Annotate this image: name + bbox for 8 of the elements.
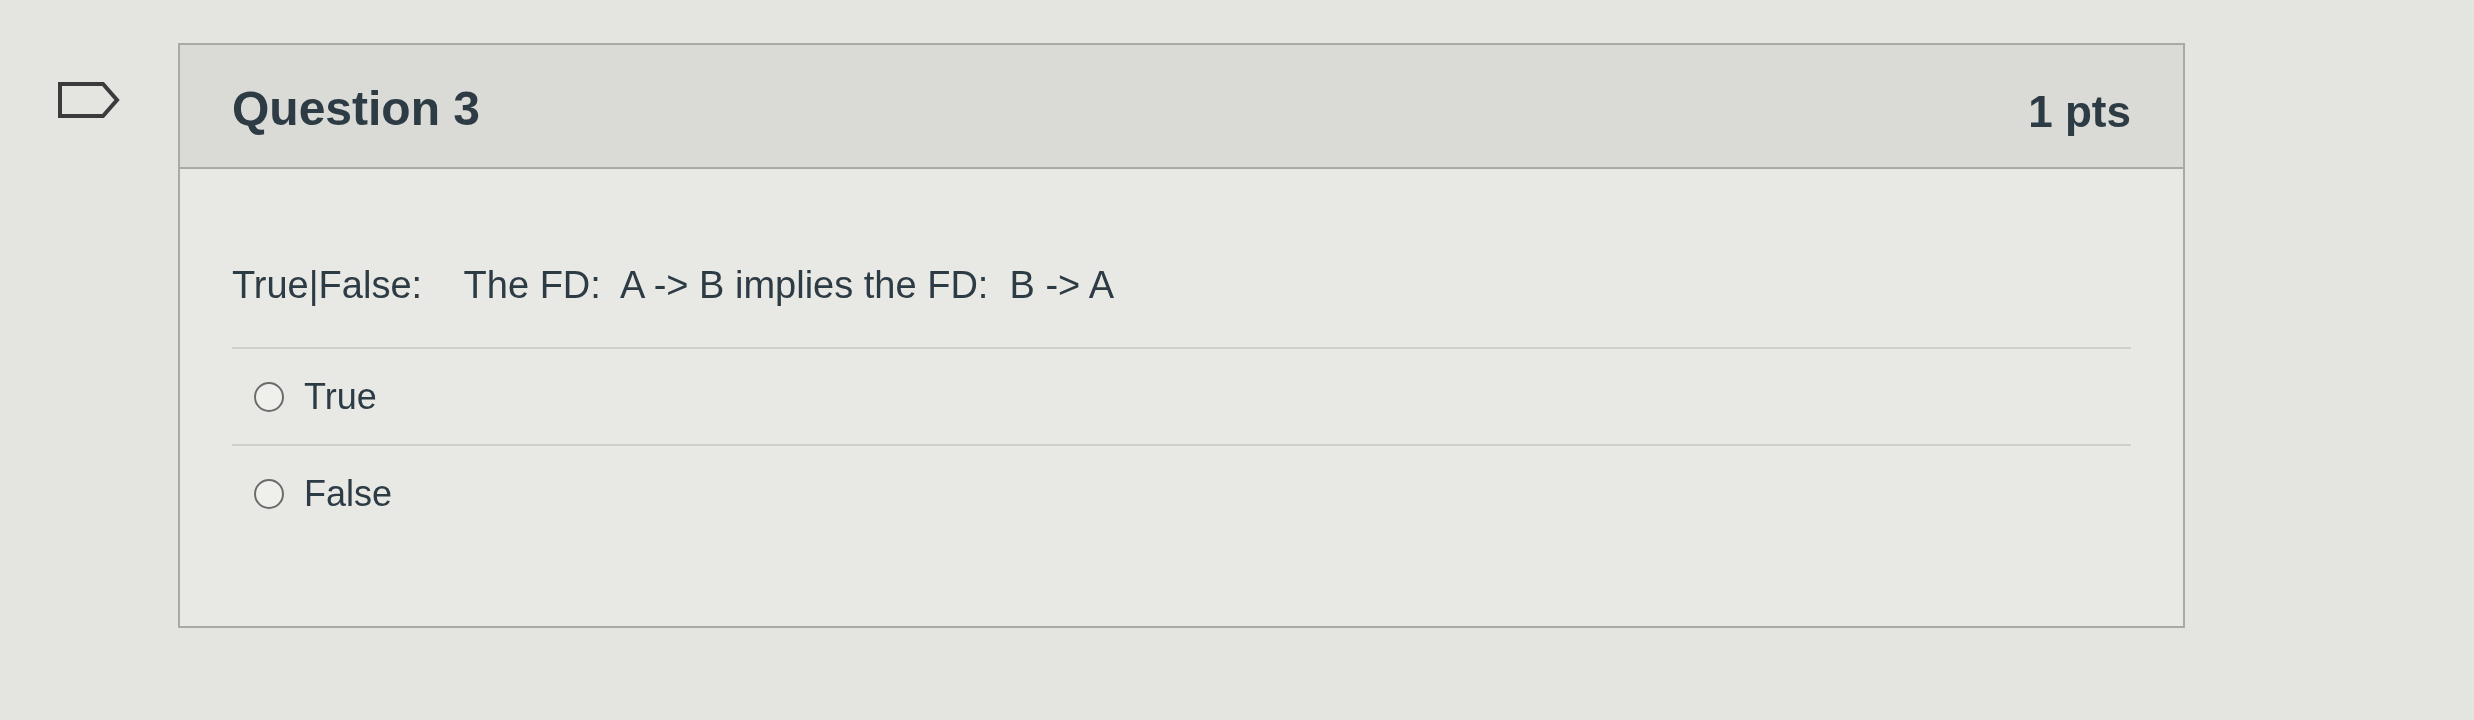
points-label: 1 pts bbox=[2028, 86, 2131, 138]
option-label: False bbox=[304, 471, 393, 516]
radio-button[interactable] bbox=[254, 478, 284, 509]
option-label: True bbox=[304, 374, 377, 419]
question-title: Question 3 bbox=[232, 81, 481, 137]
radio-button[interactable] bbox=[254, 381, 284, 412]
bookmark-icon[interactable] bbox=[57, 81, 121, 119]
question-text: True|False: The FD: A -> B implies the FD: B -> A bbox=[232, 263, 1116, 308]
